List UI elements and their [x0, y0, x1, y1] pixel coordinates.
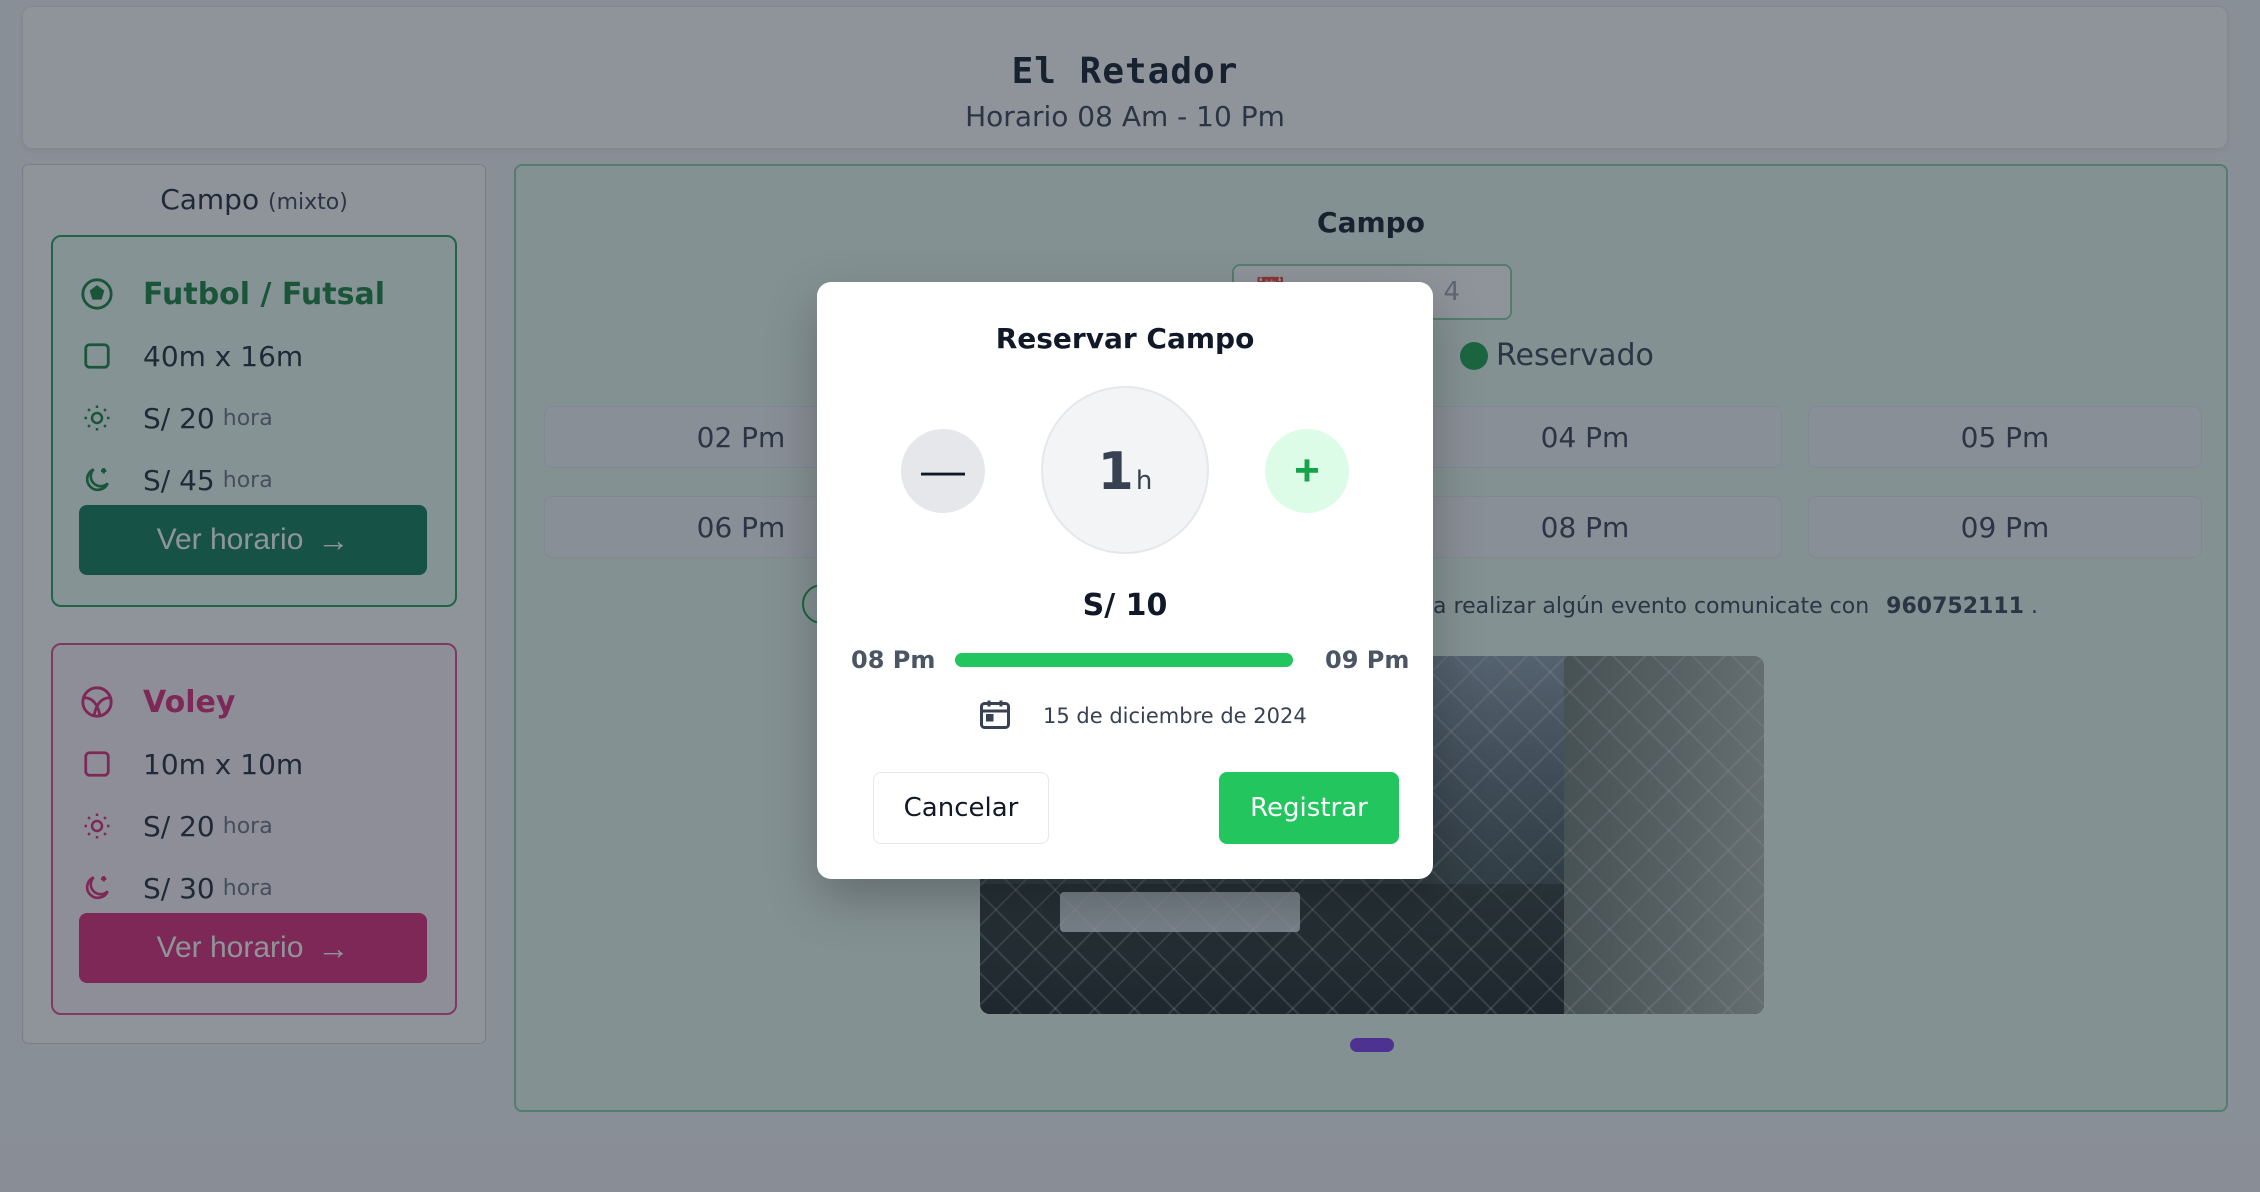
hours-unit: h: [1135, 466, 1153, 496]
time-range-fill: [955, 653, 1293, 667]
cancel-button[interactable]: Cancelar: [873, 772, 1049, 844]
modal-title: Reservar Campo: [995, 322, 1255, 355]
calendar-icon: [977, 696, 1013, 732]
reservation-modal: Reservar Campo — 1 h + S/ 10 08 Pm 09 Pm…: [817, 282, 1433, 879]
reservation-date: 15 de diciembre de 2024: [1043, 704, 1307, 728]
decrease-hours-button[interactable]: —: [901, 429, 985, 513]
increase-hours-button[interactable]: +: [1265, 429, 1349, 513]
end-time: 09 Pm: [1325, 646, 1410, 674]
time-range-bar: [955, 653, 1293, 667]
register-button[interactable]: Registrar: [1219, 772, 1399, 844]
total-price: S/ 10: [1082, 588, 1168, 623]
hours-value: 1: [1097, 442, 1134, 502]
hours-display: 1 h: [1041, 386, 1209, 554]
start-time: 08 Pm: [851, 646, 936, 674]
